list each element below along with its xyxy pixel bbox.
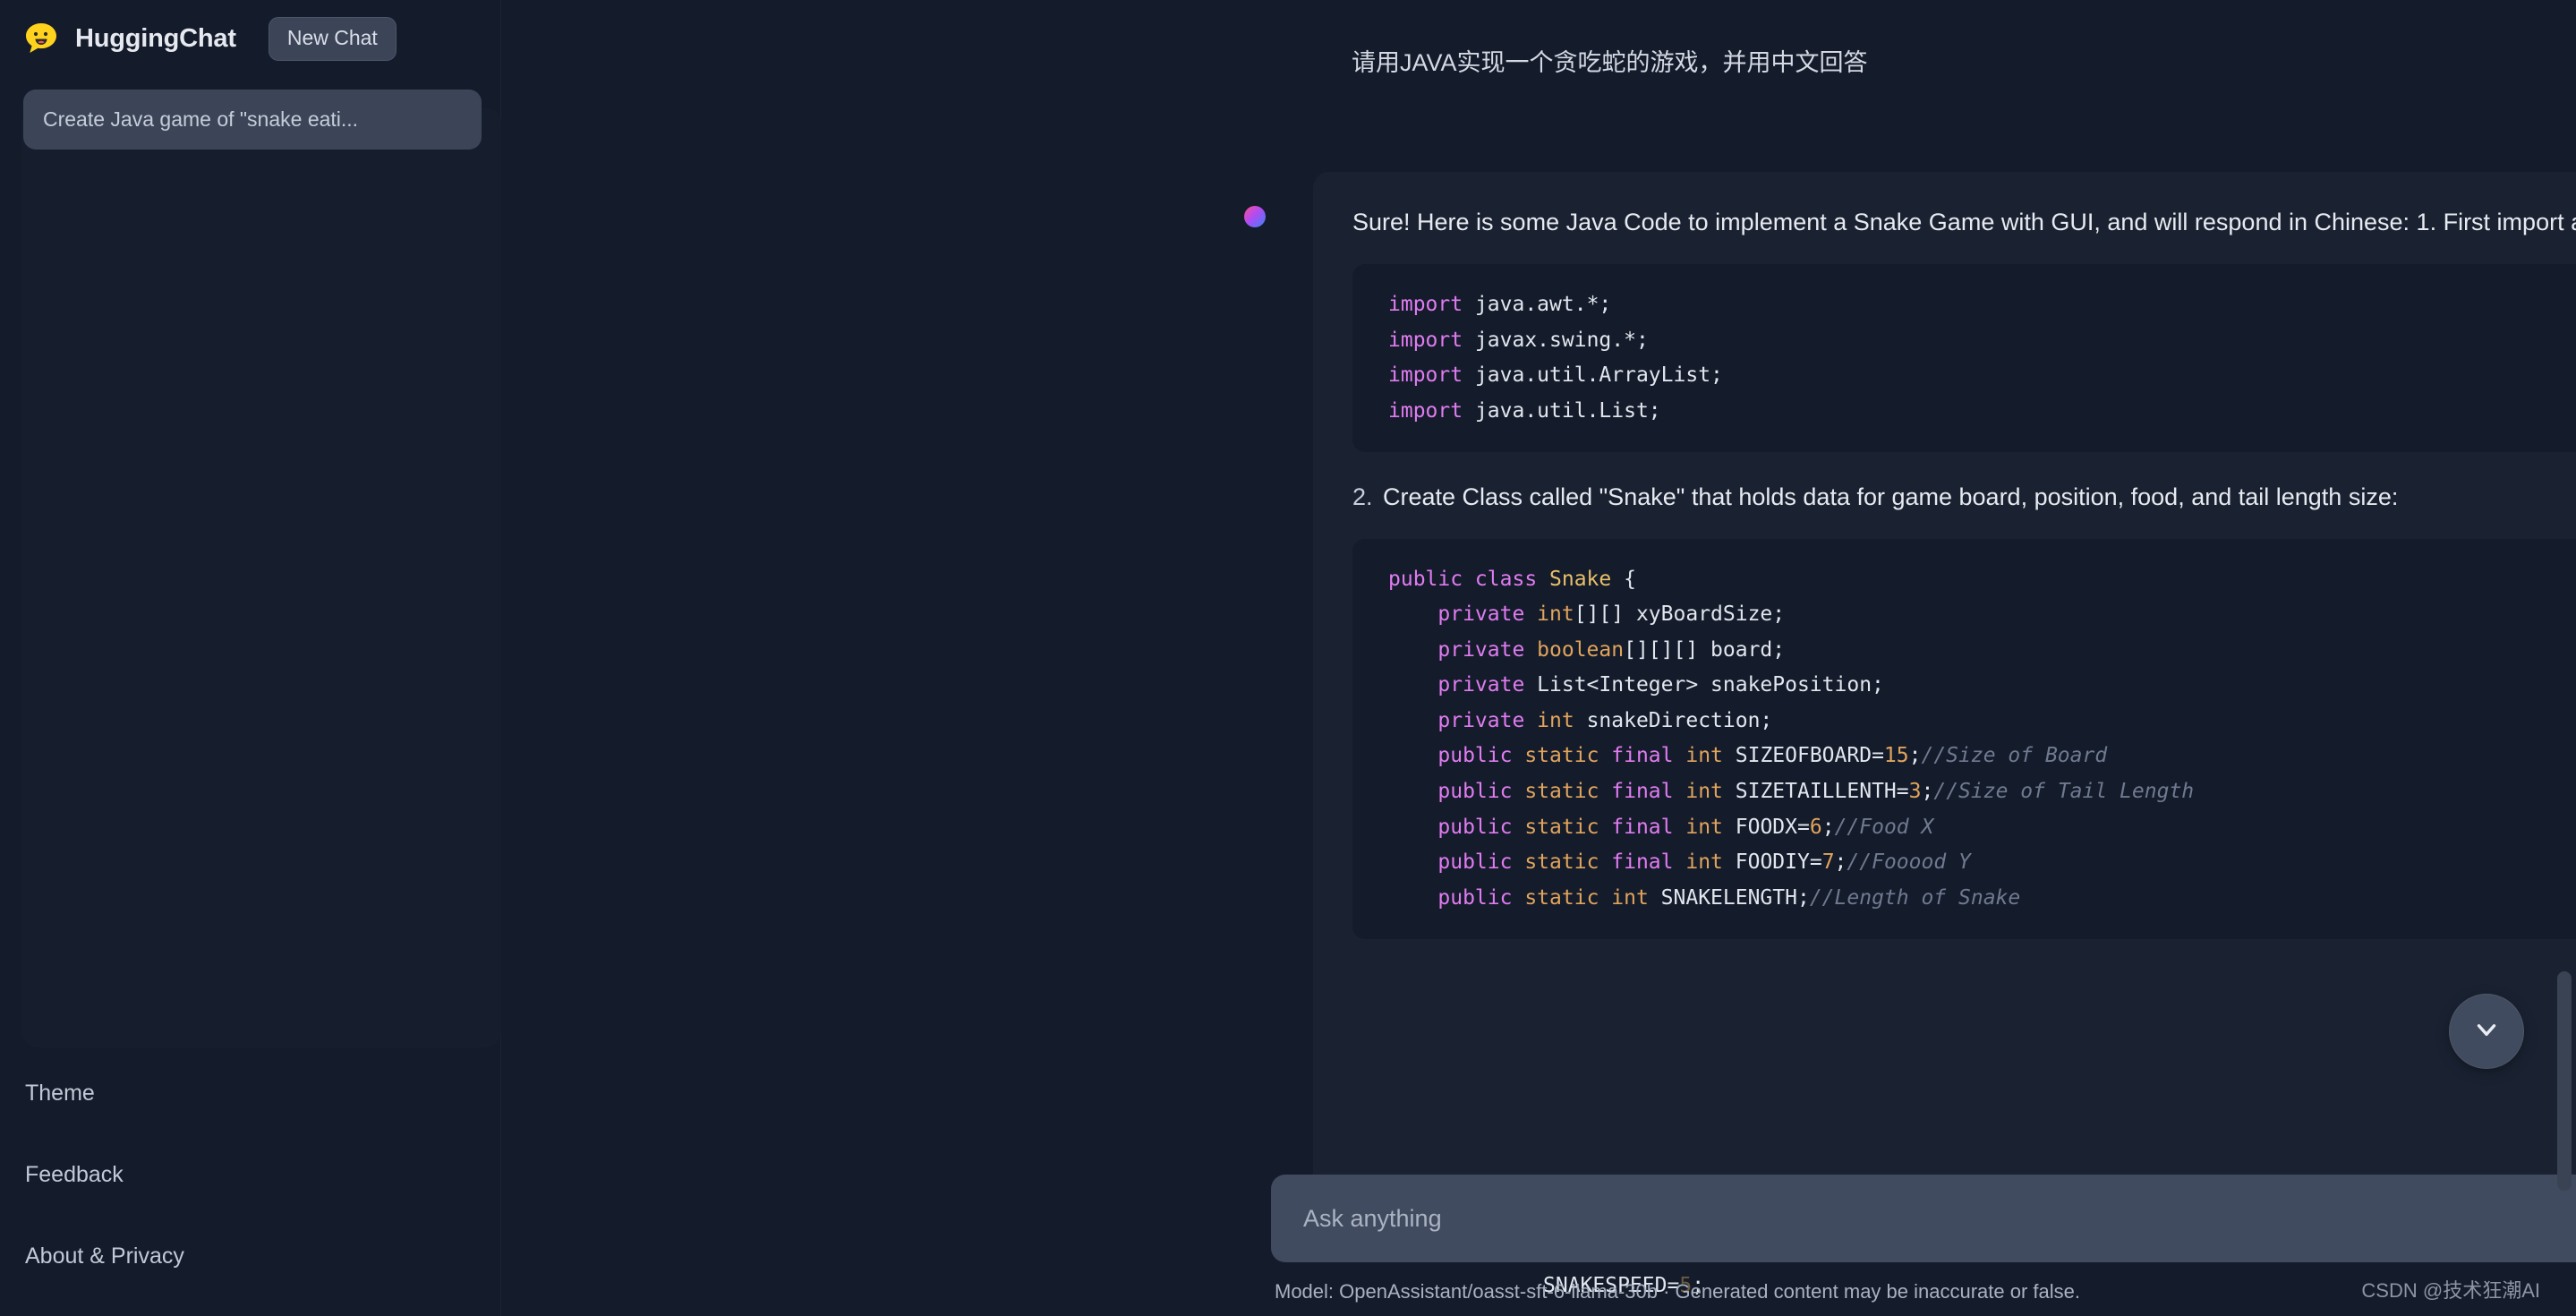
- chat-scroll-area[interactable]: 请用JAVA实现一个贪吃蛇的游戏，并用中文回答 Sure! Here is so…: [501, 0, 2576, 1316]
- user-message: 请用JAVA实现一个贪吃蛇的游戏，并用中文回答: [1352, 49, 1868, 76]
- sidebar-header: HuggingChat New Chat: [23, 16, 477, 61]
- sidebar-conversation-item[interactable]: Create Java game of "snake eati...: [23, 90, 482, 150]
- assistant-avatar: [1244, 206, 1266, 227]
- sidebar-link-feedback[interactable]: Feedback: [23, 1162, 477, 1188]
- assistant-ordered-list: 2. Create Class called "Snake" that hold…: [1352, 479, 2576, 516]
- assistant-intro-paragraph: Sure! Here is some Java Code to implemen…: [1352, 209, 2576, 235]
- list-item-text: Create Class called "Snake" that holds d…: [1383, 483, 2399, 511]
- code-line: private List<Integer> snakePosition;: [1437, 673, 1884, 697]
- code-line: public class Snake {: [1388, 567, 1636, 591]
- message-input[interactable]: [1303, 1204, 2576, 1233]
- composer-box[interactable]: [1271, 1175, 2576, 1262]
- code-line: private boolean[][][] board;: [1437, 637, 1786, 662]
- code-line: public static int SNAKELENGTH;//Length o…: [1437, 885, 2021, 910]
- code-line: public static final int FOODIY=7;//Foooo…: [1437, 850, 1971, 875]
- watermark: CSDN @技术狂潮AI: [2361, 1279, 2540, 1302]
- code-line: import java.awt.*;: [1388, 293, 1612, 317]
- conversation-list: Create Java game of "snake eati...: [23, 90, 482, 150]
- sidebar-link-theme[interactable]: Theme: [23, 1081, 477, 1107]
- scroll-to-bottom-button[interactable]: [2449, 994, 2524, 1069]
- vertical-scrollbar[interactable]: [2554, 0, 2573, 1316]
- code-block-imports: import java.awt.*; import javax.swing.*; i…: [1352, 264, 2576, 453]
- model-disclaimer: Model: OpenAssistant/oasst-sft-6-llama-3…: [1275, 1280, 2080, 1303]
- chat-main: 请用JAVA实现一个贪吃蛇的游戏，并用中文回答 Sure! Here is so…: [501, 0, 2576, 1316]
- code-line: public static final int SIZEOFBOARD=15;/…: [1437, 744, 2108, 768]
- code-line: import java.util.List;: [1388, 398, 1661, 423]
- code-line: import java.util.ArrayList;: [1388, 363, 1723, 388]
- huggingchat-smiley-bubble-icon: [23, 21, 59, 56]
- huggingchat-app: HuggingChat New Chat Create Java game of…: [0, 0, 2576, 1316]
- scrollbar-thumb[interactable]: [2557, 971, 2572, 1191]
- code-line: private int[][] xyBoardSize;: [1437, 602, 1786, 627]
- brand-title: HuggingChat: [75, 23, 236, 53]
- sidebar: HuggingChat New Chat Create Java game of…: [0, 0, 501, 1316]
- code-line: public static final int FOODX=6;//Food X: [1437, 815, 1934, 839]
- code-line: import javax.swing.*;: [1388, 328, 1649, 352]
- new-chat-button[interactable]: New Chat: [268, 16, 397, 61]
- list-item-number: 2.: [1352, 483, 1373, 511]
- list-item: 2. Create Class called "Snake" that hold…: [1352, 479, 2576, 516]
- chevron-down-icon: [2471, 1014, 2502, 1049]
- sidebar-link-about-privacy[interactable]: About & Privacy: [23, 1243, 477, 1269]
- assistant-message-row: Sure! Here is some Java Code to implemen…: [1244, 172, 2576, 1246]
- code-block-snake-class: public class Snake { private int[][] xyB…: [1352, 538, 2576, 940]
- sidebar-footer: Theme Feedback About & Privacy: [23, 1081, 477, 1316]
- assistant-message-card: Sure! Here is some Java Code to implemen…: [1313, 172, 2576, 1246]
- code-line: private int snakeDirection;: [1437, 708, 1773, 732]
- code-line: public static final int SIZETAILLENTH=3;…: [1437, 780, 2195, 803]
